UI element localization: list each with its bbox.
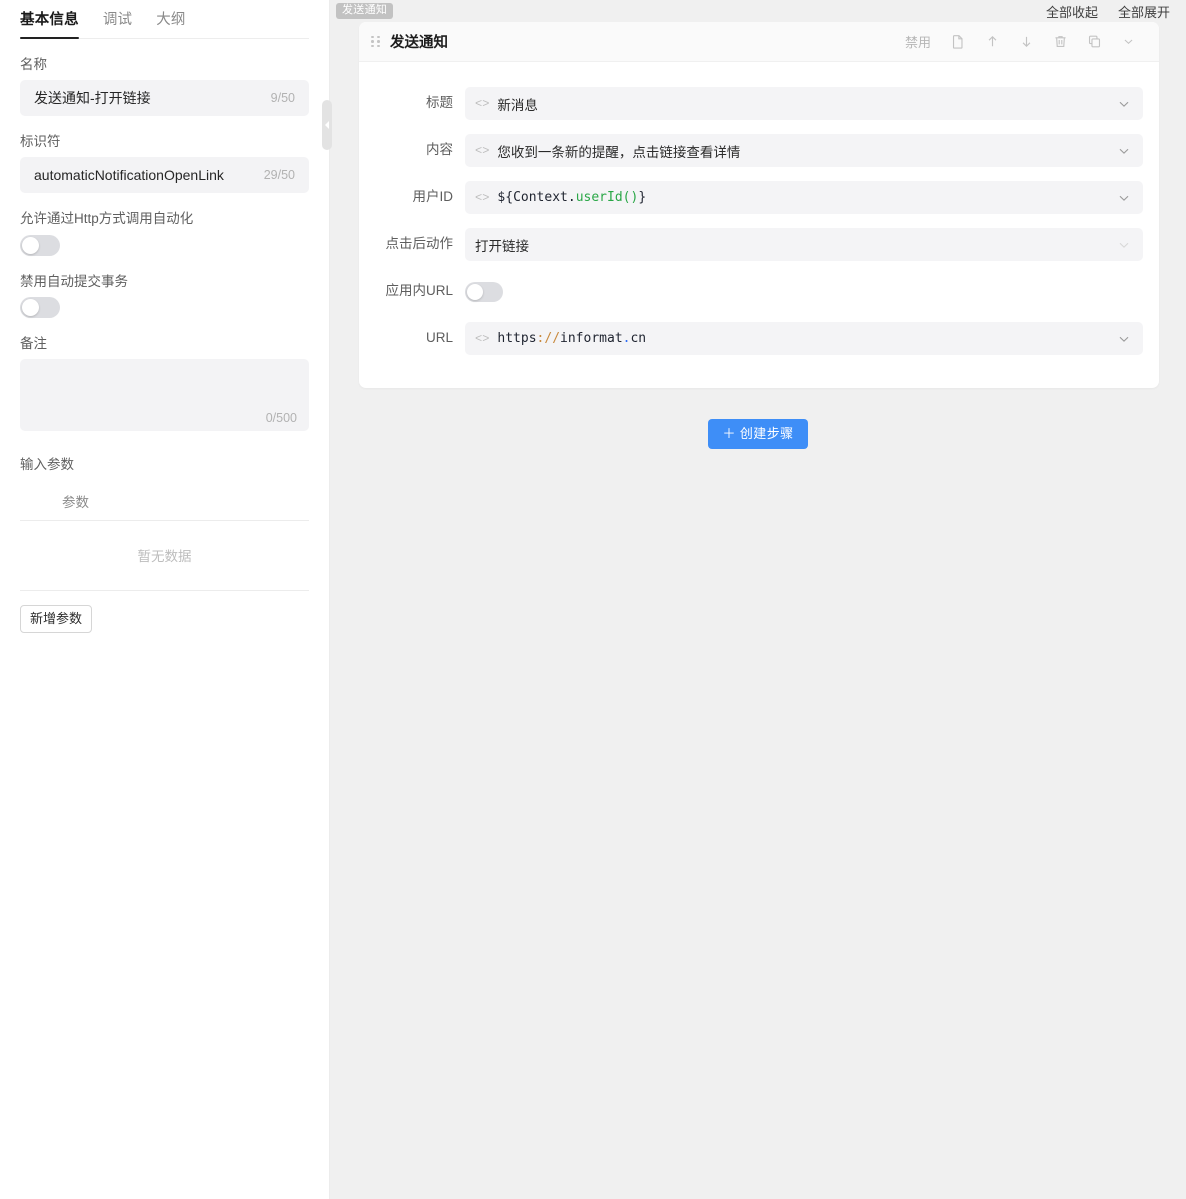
click-action-select-value: 打开链接 xyxy=(475,235,1117,255)
document-icon[interactable] xyxy=(941,25,975,59)
disable-step-button[interactable]: 禁用 xyxy=(895,25,941,59)
field-row-url: URL <> https://informat.cn xyxy=(375,315,1143,362)
step-card-send-notification: 发送通知 禁用 xyxy=(359,22,1159,388)
field-row-in-app-url: 应用内URL xyxy=(375,268,1143,315)
transaction-toggle-label: 禁用自动提交事务 xyxy=(20,274,309,290)
field-control-content: <> 您收到一条新的提醒，点击链接查看详情 xyxy=(465,134,1143,167)
field-row-click-action: 点击后动作 打开链接 xyxy=(375,221,1143,268)
breadcrumb-tag[interactable]: 发送通知 xyxy=(336,3,393,19)
field-label-in-app-url: 应用内URL xyxy=(375,283,465,299)
input-params-table: 参数 暂无数据 xyxy=(20,483,309,591)
step-card-title: 发送通知 xyxy=(390,31,448,52)
field-label-content: 内容 xyxy=(375,142,465,158)
code-brackets-icon: <> xyxy=(475,192,489,204)
field-row-user-id: 用户ID <> ${Context.userId()} xyxy=(375,174,1143,221)
field-label-user-id: 用户ID xyxy=(375,189,465,205)
sidebar-tabs: 基本信息 调试 大纲 xyxy=(20,0,309,39)
drag-handle-icon[interactable] xyxy=(371,36,380,48)
tab-debug[interactable]: 调试 xyxy=(103,13,132,39)
code-brackets-icon: <> xyxy=(475,98,489,110)
param-column-header: 参数 xyxy=(20,483,309,521)
field-label-url: URL xyxy=(375,330,465,346)
main-toolbar: 发送通知 全部收起 全部展开 xyxy=(330,0,1186,22)
param-empty-state: 暂无数据 xyxy=(20,521,309,591)
identifier-field-label: 标识符 xyxy=(20,134,309,150)
copy-icon[interactable] xyxy=(1077,25,1111,59)
field-row-title: 标题 <> 新消息 xyxy=(375,80,1143,127)
field-control-user-id: <> ${Context.userId()} xyxy=(465,181,1143,214)
main-toolbar-actions: 全部收起 全部展开 xyxy=(1046,2,1178,21)
collapse-sidebar-handle[interactable] xyxy=(322,100,332,150)
field-control-title: <> 新消息 xyxy=(465,87,1143,120)
app-root: 基本信息 调试 大纲 名称 发送通知-打开链接 9/50 标识符 automat… xyxy=(0,0,1186,1199)
chevron-down-icon[interactable] xyxy=(1117,238,1131,252)
field-label-click-action: 点击后动作 xyxy=(375,236,465,252)
field-row-content: 内容 <> 您收到一条新的提醒，点击链接查看详情 xyxy=(375,127,1143,174)
collapse-all-button[interactable]: 全部收起 xyxy=(1046,2,1098,21)
create-step-wrapper: ＋ 创建步骤 xyxy=(330,419,1186,449)
arrow-up-icon[interactable] xyxy=(975,25,1009,59)
create-step-button[interactable]: ＋ 创建步骤 xyxy=(708,419,807,449)
name-input[interactable]: 发送通知-打开链接 9/50 xyxy=(20,80,309,116)
step-card-body: 标题 <> 新消息 xyxy=(359,62,1159,388)
chevron-down-icon[interactable] xyxy=(1117,332,1131,346)
identifier-input-counter: 29/50 xyxy=(256,168,295,182)
remark-field-label: 备注 xyxy=(20,336,309,352)
code-brackets-icon: <> xyxy=(475,333,489,345)
step-card-tools: 禁用 xyxy=(895,25,1145,59)
field-control-url: <> https://informat.cn xyxy=(465,322,1143,355)
name-input-value: 发送通知-打开链接 xyxy=(34,88,263,108)
name-input-counter: 9/50 xyxy=(263,91,295,105)
field-control-in-app-url xyxy=(465,282,1143,302)
http-toggle-knob xyxy=(22,237,39,254)
chevron-down-icon[interactable] xyxy=(1117,144,1131,158)
remark-textarea-counter: 0/500 xyxy=(266,411,297,425)
field-control-click-action: 打开链接 xyxy=(465,228,1143,261)
transaction-toggle-knob xyxy=(22,299,39,316)
name-field-label: 名称 xyxy=(20,57,309,73)
main-panel: 发送通知 全部收起 全部展开 发送通知 禁用 xyxy=(330,0,1186,1199)
title-input[interactable]: <> 新消息 xyxy=(465,87,1143,120)
trash-icon[interactable] xyxy=(1043,25,1077,59)
content-input-value: 您收到一条新的提醒，点击链接查看详情 xyxy=(497,141,1117,161)
http-toggle-switch[interactable] xyxy=(20,235,60,256)
chevron-left-icon xyxy=(325,121,329,129)
left-sidebar: 基本信息 调试 大纲 名称 发送通知-打开链接 9/50 标识符 automat… xyxy=(0,0,330,1199)
transaction-toggle-switch[interactable] xyxy=(20,297,60,318)
chevron-down-icon[interactable] xyxy=(1117,191,1131,205)
identifier-input[interactable]: automaticNotificationOpenLink 29/50 xyxy=(20,157,309,193)
in-app-url-knob xyxy=(467,284,483,300)
input-params-section-label: 输入参数 xyxy=(20,453,309,473)
user-id-input-value: ${Context.userId()} xyxy=(497,190,1117,205)
http-toggle-label: 允许通过Http方式调用自动化 xyxy=(20,211,309,227)
url-input[interactable]: <> https://informat.cn xyxy=(465,322,1143,355)
in-app-url-switch[interactable] xyxy=(465,282,503,302)
remark-textarea[interactable]: 0/500 xyxy=(20,359,309,431)
identifier-input-value: automaticNotificationOpenLink xyxy=(34,167,256,183)
expand-all-button[interactable]: 全部展开 xyxy=(1118,2,1170,21)
tab-outline[interactable]: 大纲 xyxy=(156,13,185,39)
content-input[interactable]: <> 您收到一条新的提醒，点击链接查看详情 xyxy=(465,134,1143,167)
field-label-title: 标题 xyxy=(375,95,465,111)
click-action-select[interactable]: 打开链接 xyxy=(465,228,1143,261)
step-card-header: 发送通知 禁用 xyxy=(359,22,1159,62)
chevron-down-icon[interactable] xyxy=(1117,97,1131,111)
arrow-down-icon[interactable] xyxy=(1009,25,1043,59)
user-id-input[interactable]: <> ${Context.userId()} xyxy=(465,181,1143,214)
chevron-down-icon[interactable] xyxy=(1111,25,1145,59)
add-param-button[interactable]: 新增参数 xyxy=(20,605,92,633)
title-input-value: 新消息 xyxy=(497,94,1117,114)
tab-basic-info[interactable]: 基本信息 xyxy=(20,13,79,39)
code-brackets-icon: <> xyxy=(475,145,489,157)
url-input-value: https://informat.cn xyxy=(497,331,1117,346)
